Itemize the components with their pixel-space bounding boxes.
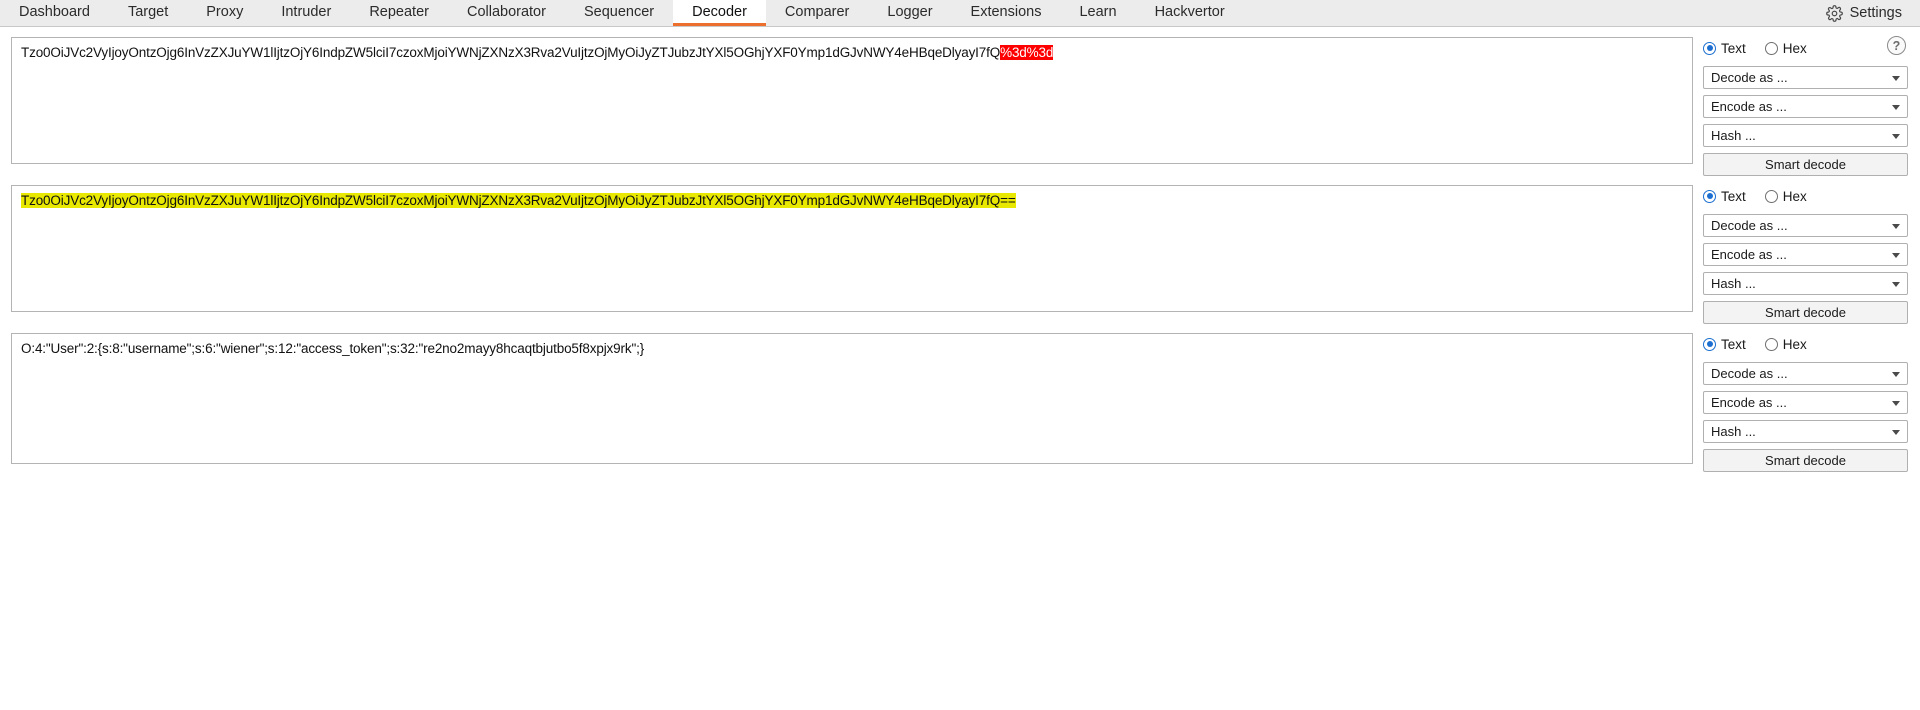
format-radio-group-url-decoded: Text Hex bbox=[1703, 185, 1908, 207]
tab-dashboard[interactable]: Dashboard bbox=[0, 0, 109, 26]
hash-select-input[interactable]: Hash ... bbox=[1703, 124, 1908, 147]
gear-icon bbox=[1825, 4, 1843, 22]
tab-collaborator[interactable]: Collaborator bbox=[448, 0, 565, 26]
encode-as-select-url-decoded[interactable]: Encode as ... bbox=[1703, 243, 1908, 266]
radio-text-base64-decoded[interactable] bbox=[1703, 337, 1716, 351]
help-icon[interactable]: ? bbox=[1887, 36, 1906, 55]
settings-label: Settings bbox=[1849, 5, 1902, 21]
hash-select-base64-decoded[interactable]: Hash ... bbox=[1703, 420, 1908, 443]
radio-hex-url-decoded[interactable] bbox=[1764, 189, 1778, 203]
text-panel-url-decoded[interactable]: Tzo0OiJVc2VyIjoyOntzOjg6InVzZXJuYW1lIjtz… bbox=[11, 185, 1693, 312]
text-panel-base64-decoded[interactable]: O:4:"User":2:{s:8:"username";s:6:"wiener… bbox=[11, 333, 1693, 464]
panel-text-url-decoded: Tzo0OiJVc2VyIjoyOntzOjg6InVzZXJuYW1lIjtz… bbox=[12, 186, 1692, 209]
main-tab-bar: Dashboard Target Proxy Intruder Repeater Coll… bbox=[0, 0, 1920, 27]
decoder-row-url-decoded: Tzo0OiJVc2VyIjoyOntzOjg6InVzZXJuYW1lIjtz… bbox=[11, 185, 1908, 324]
tab-sequencer[interactable]: Sequencer bbox=[565, 0, 673, 26]
radio-label-text-input[interactable]: Text bbox=[1721, 41, 1746, 56]
smart-decode-button-base64-decoded[interactable]: Smart decode bbox=[1703, 449, 1908, 472]
hash-value: Hash ... bbox=[1711, 276, 1756, 291]
panel-text-highlight: Tzo0OiJVc2VyIjoyOntzOjg6InVzZXJuYW1lIjtz… bbox=[21, 193, 1016, 208]
radio-hex-input[interactable] bbox=[1764, 41, 1778, 55]
format-radio-group-input: Text Hex? bbox=[1703, 36, 1908, 59]
encode-as-value: Encode as ... bbox=[1711, 395, 1787, 410]
chevron-down-icon bbox=[1892, 104, 1900, 110]
radio-hex-base64-decoded[interactable] bbox=[1764, 337, 1778, 351]
hash-select-url-decoded[interactable]: Hash ... bbox=[1703, 272, 1908, 295]
decoder-row-input: Tzo0OiJVc2VyIjoyOntzOjg6InVzZXJuYW1lIjtz… bbox=[11, 36, 1908, 176]
panel-text-plain: Tzo0OiJVc2VyIjoyOntzOjg6InVzZXJuYW1lIjtz… bbox=[21, 45, 1001, 60]
controls-base64-decoded: Text Hex Decode as ... Encode as ... Hash ..… bbox=[1703, 333, 1908, 472]
encode-as-select-input[interactable]: Encode as ... bbox=[1703, 95, 1908, 118]
radio-label-text-url-decoded[interactable]: Text bbox=[1721, 189, 1746, 204]
hash-value: Hash ... bbox=[1711, 424, 1756, 439]
controls-input: Text Hex? Decode as ... Encode as ... Hash .… bbox=[1703, 36, 1908, 176]
smart-decode-button-input[interactable]: Smart decode bbox=[1703, 153, 1908, 176]
settings-button[interactable]: Settings bbox=[1816, 0, 1920, 26]
chevron-down-icon bbox=[1892, 371, 1900, 377]
encode-as-value: Encode as ... bbox=[1711, 99, 1787, 114]
tabbar-spacer bbox=[1244, 0, 1816, 26]
smart-decode-button-url-decoded[interactable]: Smart decode bbox=[1703, 301, 1908, 324]
radio-label-hex-base64-decoded[interactable]: Hex bbox=[1783, 337, 1807, 352]
hash-value: Hash ... bbox=[1711, 128, 1756, 143]
format-radio-group-base64-decoded: Text Hex bbox=[1703, 333, 1908, 355]
radio-label-hex-input[interactable]: Hex bbox=[1783, 41, 1807, 56]
decoder-workspace: Tzo0OiJVc2VyIjoyOntzOjg6InVzZXJuYW1lIjtz… bbox=[0, 27, 1920, 710]
radio-label-hex-url-decoded[interactable]: Hex bbox=[1783, 189, 1807, 204]
radio-text-url-decoded[interactable] bbox=[1703, 189, 1716, 203]
panel-text-plain: O:4:"User":2:{s:8:"username";s:6:"wiener… bbox=[21, 341, 645, 356]
chevron-down-icon bbox=[1892, 400, 1900, 406]
decode-as-select-url-decoded[interactable]: Decode as ... bbox=[1703, 214, 1908, 237]
encode-as-select-base64-decoded[interactable]: Encode as ... bbox=[1703, 391, 1908, 414]
tab-extensions[interactable]: Extensions bbox=[952, 0, 1061, 26]
decode-as-value: Decode as ... bbox=[1711, 366, 1788, 381]
tab-proxy[interactable]: Proxy bbox=[187, 0, 262, 26]
tab-target[interactable]: Target bbox=[109, 0, 187, 26]
tab-hackvertor[interactable]: Hackvertor bbox=[1136, 0, 1244, 26]
chevron-down-icon bbox=[1892, 281, 1900, 287]
radio-label-text-base64-decoded[interactable]: Text bbox=[1721, 337, 1746, 352]
tab-decoder[interactable]: Decoder bbox=[673, 0, 766, 26]
chevron-down-icon bbox=[1892, 133, 1900, 139]
tab-intruder[interactable]: Intruder bbox=[262, 0, 350, 26]
chevron-down-icon bbox=[1892, 223, 1900, 229]
decode-as-select-base64-decoded[interactable]: Decode as ... bbox=[1703, 362, 1908, 385]
tab-repeater[interactable]: Repeater bbox=[350, 0, 448, 26]
decode-as-value: Decode as ... bbox=[1711, 70, 1788, 85]
decode-as-select-input[interactable]: Decode as ... bbox=[1703, 66, 1908, 89]
chevron-down-icon bbox=[1892, 252, 1900, 258]
panel-text-input: Tzo0OiJVc2VyIjoyOntzOjg6InVzZXJuYW1lIjtz… bbox=[12, 38, 1692, 61]
decoder-row-base64-decoded: O:4:"User":2:{s:8:"username";s:6:"wiener… bbox=[11, 333, 1908, 472]
encode-as-value: Encode as ... bbox=[1711, 247, 1787, 262]
tab-comparer[interactable]: Comparer bbox=[766, 0, 868, 26]
panel-text-base64-decoded: O:4:"User":2:{s:8:"username";s:6:"wiener… bbox=[12, 334, 1692, 357]
chevron-down-icon bbox=[1892, 75, 1900, 81]
tab-learn[interactable]: Learn bbox=[1060, 0, 1135, 26]
radio-text-input[interactable] bbox=[1703, 41, 1716, 55]
tab-logger[interactable]: Logger bbox=[868, 0, 951, 26]
text-panel-input[interactable]: Tzo0OiJVc2VyIjoyOntzOjg6InVzZXJuYW1lIjtz… bbox=[11, 37, 1693, 164]
decode-as-value: Decode as ... bbox=[1711, 218, 1788, 233]
controls-url-decoded: Text Hex Decode as ... Encode as ... Hash ..… bbox=[1703, 185, 1908, 324]
panel-text-highlight: %3d%3d bbox=[1000, 45, 1054, 60]
chevron-down-icon bbox=[1892, 429, 1900, 435]
